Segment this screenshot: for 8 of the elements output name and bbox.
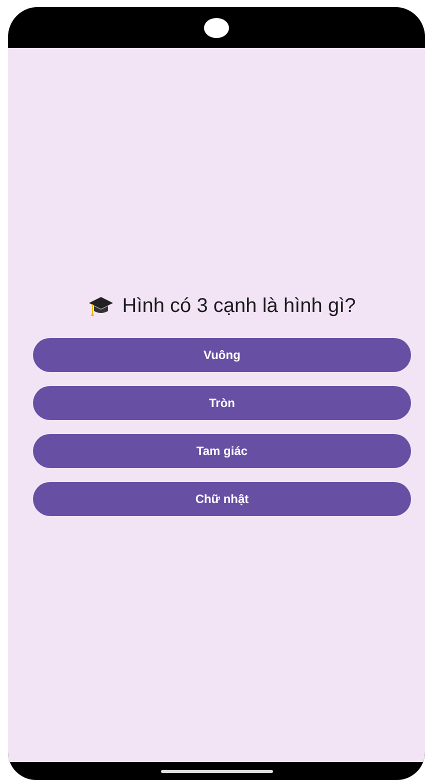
question-text: Hình có 3 cạnh là hình gì?	[122, 294, 356, 318]
home-indicator[interactable]	[160, 770, 272, 772]
answer-button[interactable]: Chữ nhật	[33, 482, 411, 516]
answer-button[interactable]: Vuông	[33, 338, 411, 372]
graduation-cap-icon	[88, 295, 114, 317]
answer-button[interactable]: Tròn	[33, 386, 411, 420]
camera-icon	[204, 18, 229, 38]
answer-button[interactable]: Tam giác	[33, 434, 411, 468]
